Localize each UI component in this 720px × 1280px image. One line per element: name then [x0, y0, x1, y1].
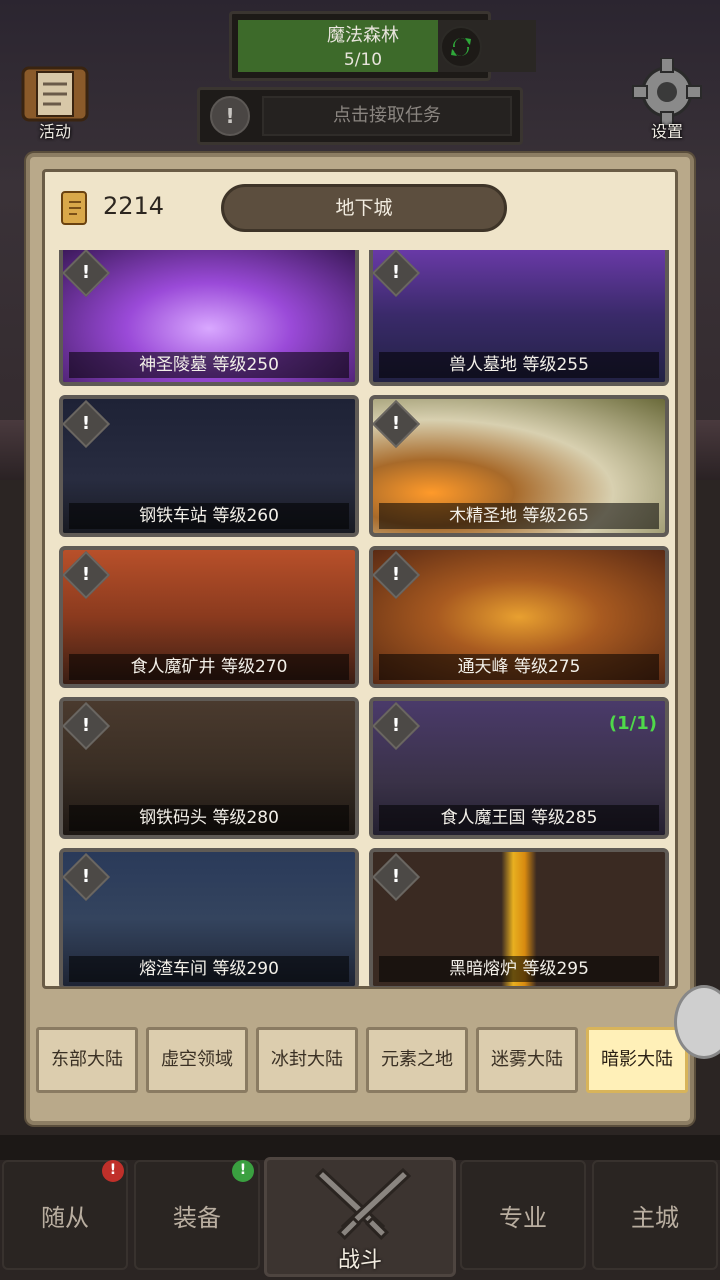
currency-amount: 2214 [103, 192, 165, 220]
dungeon-card[interactable]: ! 钢铁码头 等级280 [59, 697, 359, 839]
equipment-badge: ! [232, 1160, 254, 1182]
dungeon-card[interactable]: ! 钢铁车站 等级260 [59, 395, 359, 537]
dungeon-card[interactable]: ! 木精圣地 等级265 [369, 395, 669, 537]
panel-title: 地下城 [221, 184, 507, 232]
activity-button[interactable]: 活动 [10, 62, 100, 141]
dungeon-caption: 钢铁码头 等级280 [69, 805, 349, 831]
dungeon-panel: 2214 地下城 ! 神圣陵墓 等级250 ! 兽人墓地 等级255 ! 钢铁车… [42, 169, 678, 989]
tab-elemental-land[interactable]: 元素之地 [366, 1027, 468, 1093]
dungeon-caption: 黑暗熔炉 等级295 [379, 956, 659, 982]
tab-frozen-continent[interactable]: 冰封大陆 [256, 1027, 358, 1093]
dungeon-card[interactable]: ! 神圣陵墓 等级250 [59, 250, 359, 386]
settings-button[interactable]: 设置 [622, 57, 712, 141]
dungeon-grid[interactable]: ! 神圣陵墓 等级250 ! 兽人墓地 等级255 ! 钢铁车站 等级260 !… [59, 250, 669, 987]
dungeon-caption: 食人魔王国 等级285 [379, 805, 659, 831]
followers-badge: ! [102, 1160, 124, 1182]
scroll-icon [61, 191, 87, 225]
tab-misty-continent[interactable]: 迷雾大陆 [476, 1027, 578, 1093]
dungeon-caption: 熔渣车间 等级290 [69, 956, 349, 982]
refresh-icon[interactable] [440, 26, 482, 68]
exclamation-icon: ! [210, 96, 250, 136]
nav-main-city[interactable]: 主城 [592, 1160, 718, 1270]
dungeon-caption: 食人魔矿井 等级270 [69, 654, 349, 680]
dungeon-caption: 通天峰 等级275 [379, 654, 659, 680]
settings-label: 设置 [650, 122, 683, 141]
dungeon-card[interactable]: ! 兽人墓地 等级255 [369, 250, 669, 386]
dungeon-caption: 木精圣地 等级265 [379, 503, 659, 529]
task-bar[interactable]: ! 点击接取任务 [197, 87, 523, 145]
zone-progress-bar[interactable]: 魔法森林 5/10 [229, 11, 536, 81]
dungeon-caption: 神圣陵墓 等级250 [69, 352, 349, 378]
activity-label: 活动 [38, 122, 71, 141]
dungeon-modal: 2214 地下城 ! 神圣陵墓 等级250 ! 兽人墓地 等级255 ! 钢铁车… [26, 153, 694, 1125]
nav-battle[interactable]: 战斗 [264, 1157, 456, 1277]
tab-eastern-continent[interactable]: 东部大陆 [36, 1027, 138, 1093]
dungeon-card[interactable]: ! 熔渣车间 等级290 [59, 848, 359, 987]
crossed-swords-icon [314, 1167, 412, 1241]
completion-count: (1/1) [608, 713, 657, 734]
dungeon-caption: 兽人墓地 等级255 [379, 352, 659, 378]
dungeon-card[interactable]: ! 黑暗熔炉 等级295 [369, 848, 669, 987]
tab-void-realm[interactable]: 虚空领域 [146, 1027, 248, 1093]
tab-shadow-continent[interactable]: 暗影大陆 [586, 1027, 688, 1093]
dungeon-card[interactable]: ! 食人魔矿井 等级270 [59, 546, 359, 688]
nav-profession[interactable]: 专业 [460, 1160, 586, 1270]
dungeon-card[interactable]: ! (1/1) 食人魔王国 等级285 [369, 697, 669, 839]
task-prompt: 点击接取任务 [262, 96, 512, 136]
dungeon-caption: 钢铁车站 等级260 [69, 503, 349, 529]
dungeon-card[interactable]: ! 通天峰 等级275 [369, 546, 669, 688]
